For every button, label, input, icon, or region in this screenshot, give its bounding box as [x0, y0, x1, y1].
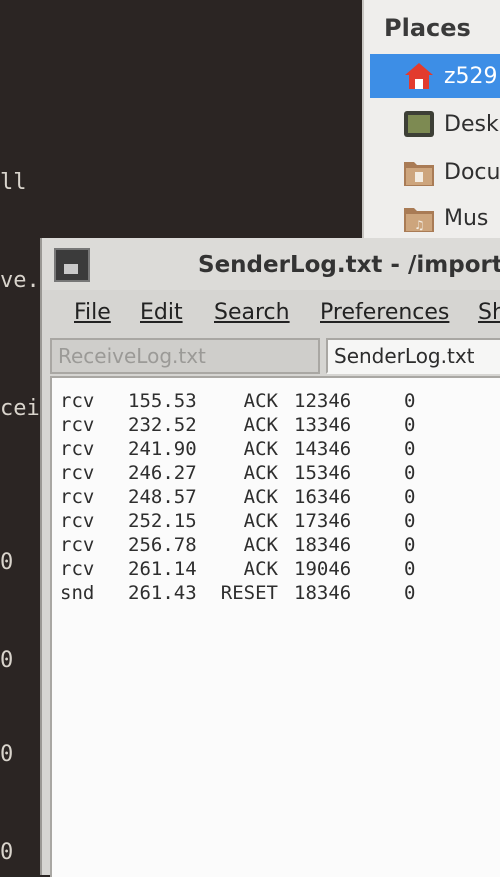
- log-flag: 0: [404, 558, 416, 580]
- place-item-home[interactable]: z529: [370, 54, 500, 98]
- log-type: ACK: [243, 558, 278, 580]
- log-flag: 0: [404, 462, 416, 484]
- app-icon: [54, 248, 90, 282]
- place-item-music[interactable]: ♫ Mus: [370, 196, 500, 240]
- text-area[interactable]: rcv 155.53 ACK 12346 0 rcv 232.52 ACK 13346 0 rcv 2…: [50, 376, 500, 877]
- log-row: rcv 248.57 ACK 16346 0: [52, 486, 500, 510]
- log-flag: 0: [404, 510, 416, 532]
- log-direction: rcv: [60, 486, 95, 508]
- music-folder-icon: ♫: [402, 202, 436, 234]
- menu-edit[interactable]: Edit: [140, 300, 183, 325]
- log-flag: 0: [404, 582, 416, 604]
- log-seq: 17346: [294, 510, 352, 532]
- log-time: 256.78: [128, 534, 197, 556]
- log-type: ACK: [243, 510, 278, 532]
- log-type: ACK: [243, 414, 278, 436]
- terminal-line: ve.: [0, 268, 40, 293]
- menu-file[interactable]: File: [74, 300, 111, 325]
- log-direction: rcv: [60, 510, 95, 532]
- log-type: ACK: [243, 486, 278, 508]
- log-direction: rcv: [60, 438, 95, 460]
- log-seq: 15346: [294, 462, 352, 484]
- places-panel: Places z529 Desk Docu ♫ Mus: [362, 0, 500, 240]
- log-type: ACK: [243, 390, 278, 412]
- svg-text:♫: ♫: [414, 218, 425, 232]
- place-label: z529: [444, 63, 498, 89]
- log-row: rcv 256.78 ACK 18346 0: [52, 534, 500, 558]
- log-time: 241.90: [128, 438, 197, 460]
- place-item-desktop[interactable]: Desk: [370, 102, 500, 146]
- window-title: SenderLog.txt - /import/: [198, 252, 500, 278]
- log-flag: 0: [404, 390, 416, 412]
- log-seq: 12346: [294, 390, 352, 412]
- log-direction: rcv: [60, 534, 95, 556]
- log-direction: rcv: [60, 462, 95, 484]
- terminal-line: ll: [0, 170, 27, 195]
- log-flag: 0: [404, 438, 416, 460]
- home-icon: [402, 60, 436, 92]
- log-seq: 13346: [294, 414, 352, 436]
- log-row: rcv 241.90 ACK 14346 0: [52, 438, 500, 462]
- tab-senderlog[interactable]: SenderLog.txt: [326, 338, 500, 374]
- terminal-line: cei: [0, 396, 40, 421]
- terminal-line: 0: [0, 742, 14, 767]
- place-label: Docu: [444, 159, 500, 185]
- log-flag: 0: [404, 534, 416, 556]
- log-seq: 18346: [294, 582, 352, 604]
- log-time: 232.52: [128, 414, 197, 436]
- log-time: 248.57: [128, 486, 197, 508]
- place-label: Mus: [444, 205, 489, 231]
- documents-folder-icon: [402, 156, 436, 188]
- log-direction: snd: [60, 582, 95, 604]
- log-seq: 14346: [294, 438, 352, 460]
- tab-bar: ReceiveLog.txt SenderLog.txt: [50, 338, 500, 376]
- log-seq: 18346: [294, 534, 352, 556]
- menu-preferences[interactable]: Preferences: [320, 300, 449, 325]
- log-direction: rcv: [60, 558, 95, 580]
- place-item-documents[interactable]: Docu: [370, 150, 500, 194]
- desktop-icon: [402, 108, 436, 140]
- log-row: rcv 261.14 ACK 19046 0: [52, 558, 500, 582]
- log-time: 261.43: [128, 582, 197, 604]
- terminal-line: 0: [0, 550, 14, 575]
- log-time: 261.14: [128, 558, 197, 580]
- places-title: Places: [384, 14, 471, 42]
- log-time: 246.27: [128, 462, 197, 484]
- log-row: rcv 246.27 ACK 15346 0: [52, 462, 500, 486]
- menu-shell[interactable]: Sh: [478, 300, 500, 325]
- log-time: 155.53: [128, 390, 197, 412]
- terminal-line: 0: [0, 840, 14, 865]
- title-bar[interactable]: SenderLog.txt - /import/: [42, 238, 500, 290]
- log-type: ACK: [243, 534, 278, 556]
- log-row: rcv 155.53 ACK 12346 0: [52, 390, 500, 414]
- log-time: 252.15: [128, 510, 197, 532]
- menu-bar: File Edit Search Preferences Sh: [42, 294, 500, 334]
- place-label: Desk: [444, 111, 499, 137]
- log-type: RESET: [220, 582, 278, 604]
- tab-receivelog[interactable]: ReceiveLog.txt: [50, 338, 320, 374]
- menu-search[interactable]: Search: [214, 300, 290, 325]
- log-type: ACK: [243, 438, 278, 460]
- text-editor-window: SenderLog.txt - /import/ File Edit Searc…: [40, 238, 500, 877]
- log-row: snd 261.43 RESET 18346 0: [52, 582, 500, 606]
- log-direction: rcv: [60, 414, 95, 436]
- terminal-line: 0: [0, 648, 14, 673]
- log-direction: rcv: [60, 390, 95, 412]
- log-seq: 19046: [294, 558, 352, 580]
- log-seq: 16346: [294, 486, 352, 508]
- log-flag: 0: [404, 414, 416, 436]
- log-row: rcv 252.15 ACK 17346 0: [52, 510, 500, 534]
- log-row: rcv 232.52 ACK 13346 0: [52, 414, 500, 438]
- log-type: ACK: [243, 462, 278, 484]
- log-flag: 0: [404, 486, 416, 508]
